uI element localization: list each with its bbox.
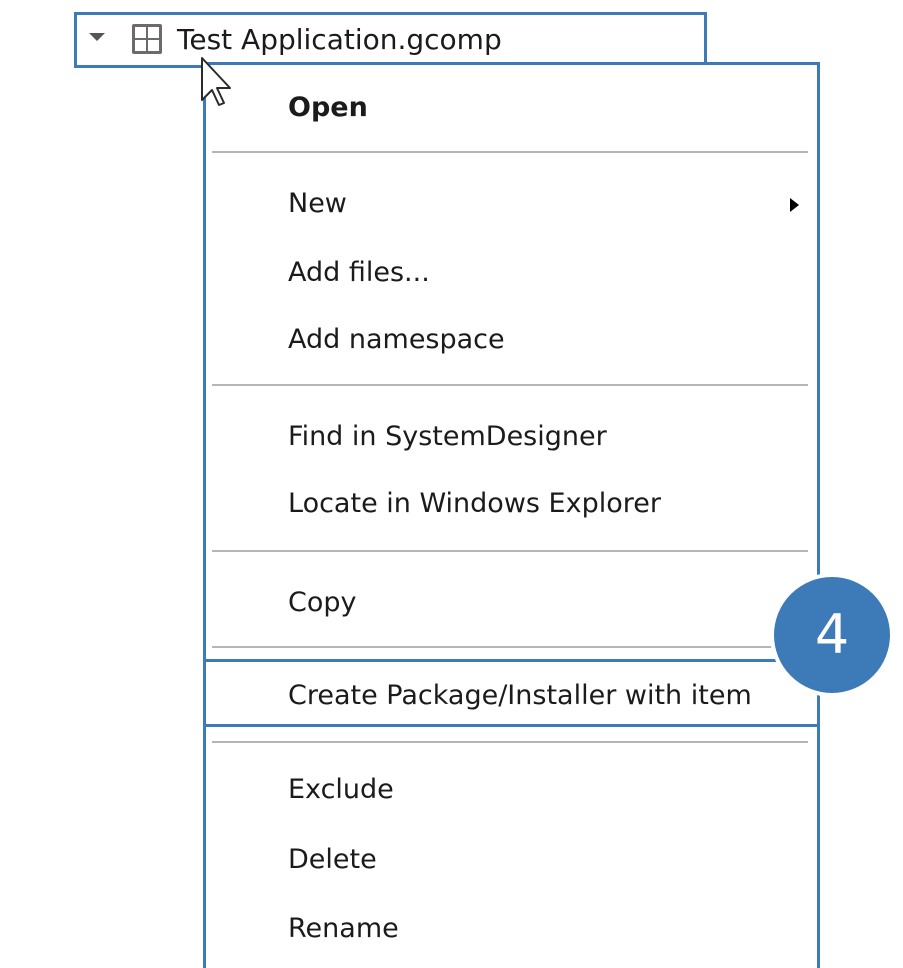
- menu-item-create-package[interactable]: Create Package/Installer with item: [288, 679, 752, 713]
- menu-item-open[interactable]: Open: [288, 91, 368, 125]
- tree-item-label: Test Application.gcomp: [177, 23, 502, 56]
- menu-item-exclude[interactable]: Exclude: [288, 773, 394, 807]
- menu-separator: [212, 550, 808, 552]
- mouse-cursor-icon: [201, 57, 231, 106]
- menu-separator: [212, 741, 808, 743]
- menu-separator: [212, 646, 808, 648]
- step-callout-badge: 4: [770, 573, 894, 697]
- context-menu: Open New Add files... Add namespace Find…: [203, 62, 820, 968]
- menu-item-add-files[interactable]: Add files...: [288, 256, 430, 290]
- menu-item-find-in-systemdesigner[interactable]: Find in SystemDesigner: [288, 420, 607, 454]
- menu-item-rename[interactable]: Rename: [288, 912, 399, 946]
- menu-item-delete[interactable]: Delete: [288, 843, 377, 877]
- component-grid-icon: [132, 24, 162, 54]
- menu-separator: [212, 384, 808, 386]
- menu-item-locate-in-explorer[interactable]: Locate in Windows Explorer: [288, 487, 661, 521]
- menu-item-add-namespace[interactable]: Add namespace: [288, 323, 505, 357]
- tree-item-test-application[interactable]: Test Application.gcomp: [74, 12, 707, 68]
- submenu-arrow-icon: [790, 198, 799, 212]
- menu-item-new[interactable]: New: [288, 187, 347, 221]
- chevron-down-icon[interactable]: [89, 33, 105, 41]
- menu-separator: [212, 151, 808, 153]
- menu-item-copy[interactable]: Copy: [288, 586, 357, 620]
